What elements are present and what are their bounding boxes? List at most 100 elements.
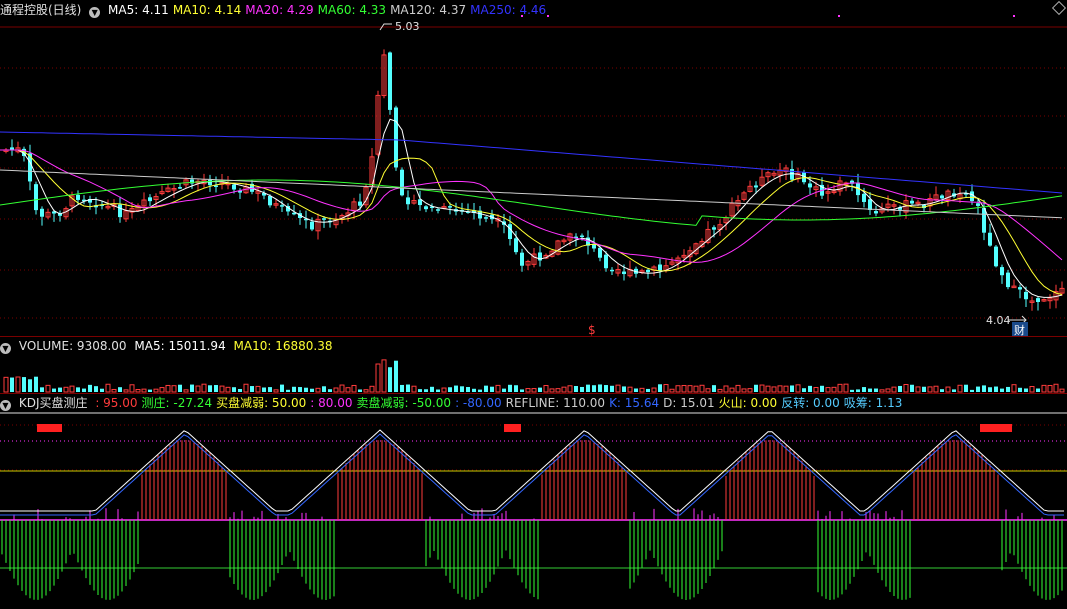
volume-bar — [478, 389, 482, 392]
volume-bar — [1029, 386, 1035, 393]
volume-bar — [879, 389, 885, 393]
volume-bar — [40, 387, 44, 392]
volume-bar — [945, 386, 951, 393]
volume-bar — [856, 389, 860, 392]
candle-down — [436, 209, 440, 211]
stock-chart[interactable]: 5.03 4.04财 $ — [0, 0, 1067, 609]
top-dot — [838, 15, 840, 17]
volume-bar — [495, 384, 501, 393]
volume-bar — [831, 386, 837, 393]
candle-down — [1018, 287, 1022, 290]
volume-bar — [22, 377, 26, 392]
volume-bar — [255, 385, 261, 393]
ma120-line — [0, 169, 1063, 219]
volume-bar — [333, 387, 339, 393]
volume-bar — [10, 377, 14, 392]
volume-bar — [58, 387, 62, 392]
candle-down — [862, 193, 866, 202]
volume-bar — [705, 388, 711, 393]
volume-bar — [388, 367, 392, 392]
volume-bar — [771, 386, 777, 393]
volume-bar — [243, 383, 249, 393]
candle-down — [1006, 272, 1010, 288]
volume-bar — [915, 386, 921, 393]
candle-down — [514, 238, 518, 253]
volume-bar — [639, 387, 645, 393]
volume-bar — [927, 386, 933, 393]
volume-bar — [358, 389, 362, 392]
volume-bar — [406, 384, 410, 392]
candle-down — [976, 203, 980, 206]
volume-bar — [868, 388, 872, 392]
volume-bar — [964, 384, 968, 392]
volume-bar — [250, 386, 254, 392]
candle-down — [790, 169, 794, 180]
volume-bar — [808, 385, 812, 392]
volume-bar — [69, 385, 75, 393]
volume-bar — [105, 383, 111, 393]
kdj-d-line — [0, 433, 1064, 516]
finance-badge: 财 — [1014, 323, 1025, 337]
volume-bar — [508, 384, 512, 392]
volume-bar — [219, 385, 225, 393]
candle-down — [400, 169, 404, 196]
volume-bar — [466, 387, 470, 392]
volume-bar — [165, 384, 171, 393]
volume-bar — [903, 384, 909, 393]
volume-bar — [765, 385, 771, 393]
volume-bar — [238, 388, 242, 392]
volume-bar — [622, 386, 626, 392]
volume-bar — [885, 388, 891, 393]
volume-bar — [615, 384, 621, 393]
volume-bar — [363, 389, 369, 393]
volume-bar — [15, 376, 21, 393]
volume-bar — [28, 379, 32, 392]
candle-down — [292, 212, 296, 215]
volume-bar — [940, 389, 944, 392]
volume-bar — [135, 389, 141, 393]
volume-bar — [94, 386, 98, 392]
volume-bar — [304, 387, 308, 392]
volume-bar — [693, 385, 699, 393]
volume-bar — [669, 388, 675, 393]
candle-down — [322, 218, 326, 220]
candle-down — [148, 197, 152, 202]
volume-bar — [430, 386, 434, 392]
volume-bar — [580, 386, 584, 392]
volume-bar — [1036, 388, 1040, 392]
volume-bar — [712, 385, 716, 392]
volume-bar — [825, 387, 831, 393]
volume-bar — [1018, 387, 1022, 392]
volume-bar — [586, 384, 590, 392]
top-dot — [521, 15, 523, 17]
candle-down — [394, 107, 398, 168]
candle-down — [388, 52, 392, 110]
candle-down — [646, 269, 650, 273]
volume-bars — [3, 359, 1065, 393]
event-marker: $ — [588, 323, 596, 337]
volume-bar — [717, 388, 723, 393]
volume-bar — [910, 384, 914, 392]
volume-bar — [681, 384, 687, 393]
volume-bar — [129, 384, 135, 393]
candle-down — [310, 221, 314, 230]
volume-bar — [634, 388, 638, 392]
volume-bar — [783, 385, 789, 393]
volume-bar — [922, 386, 926, 392]
volume-bar — [813, 386, 819, 393]
candle-down — [508, 224, 512, 240]
volume-bar — [898, 385, 902, 392]
volume-bar — [754, 384, 758, 392]
volume-bar — [171, 385, 177, 393]
volume-bar — [153, 388, 159, 393]
volume-bar — [411, 385, 417, 393]
volume-bar — [874, 388, 878, 392]
volume-bar — [82, 388, 86, 392]
volume-bar — [837, 383, 843, 393]
volume-bar — [561, 386, 567, 393]
volume-bar — [436, 389, 440, 392]
volume-bar — [598, 384, 602, 392]
volume-bar — [345, 387, 351, 393]
volume-bar — [490, 386, 494, 392]
volume-bar — [100, 388, 104, 392]
